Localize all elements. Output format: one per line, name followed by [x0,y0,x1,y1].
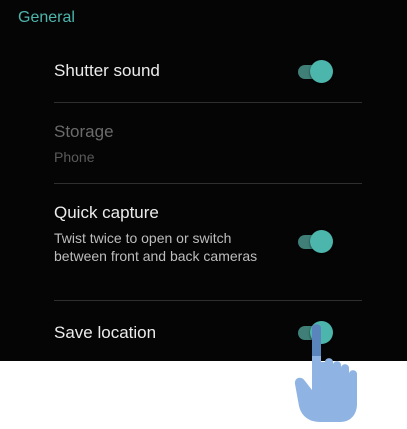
setting-quick-capture[interactable]: Quick capture Twist twice to open or swi… [0,184,407,300]
quick-capture-toggle[interactable] [298,230,334,254]
tap-hand-icon [294,324,357,422]
setting-title: Save location [54,323,157,342]
setting-summary: Phone [54,149,95,165]
settings-panel: General Shutter sound Storage Phone Quic… [0,0,407,361]
shutter-sound-toggle[interactable] [298,60,334,84]
setting-title: Shutter sound [54,61,160,80]
setting-title: Storage [54,122,114,141]
section-header-general: General [18,9,75,26]
setting-summary: Twist twice to open or switch between fr… [54,230,258,264]
switch-thumb [310,60,333,83]
setting-title: Quick capture [54,203,159,222]
setting-storage[interactable]: Storage Phone [0,103,407,183]
switch-thumb [310,230,333,253]
setting-shutter-sound[interactable]: Shutter sound [0,50,407,102]
